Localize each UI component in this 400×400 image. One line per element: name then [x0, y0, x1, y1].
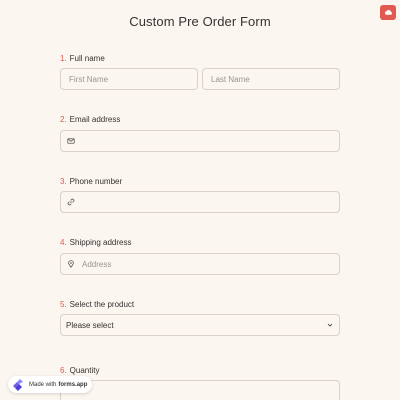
question-label: Phone number: [69, 177, 123, 186]
product-select[interactable]: Please select: [60, 314, 340, 336]
badge-brand: forms.app: [58, 381, 88, 388]
question-shipping-address: 4. Shipping address: [60, 238, 132, 247]
question-number: 1.: [60, 54, 67, 63]
question-number: 6.: [60, 366, 67, 375]
question-phone: 3. Phone number: [60, 177, 122, 186]
link-icon: [67, 198, 75, 206]
phone-input[interactable]: [60, 191, 340, 213]
address-placeholder: Address: [82, 259, 112, 269]
last-name-placeholder: Last Name: [211, 74, 250, 84]
form-title: Custom Pre Order Form: [129, 14, 271, 29]
question-label: Quantity: [69, 366, 100, 375]
question-full-name: 1. Full name: [60, 54, 105, 63]
location-pin-icon: [67, 260, 75, 268]
question-select-product: 5. Select the product: [60, 300, 134, 309]
question-label: Full name: [69, 54, 105, 63]
question-label: Email address: [69, 115, 121, 124]
mail-icon: [67, 137, 75, 145]
first-name-placeholder: First Name: [69, 74, 109, 84]
last-name-input[interactable]: Last Name: [202, 68, 340, 90]
question-number: 4.: [60, 238, 67, 247]
product-select-value: Please select: [66, 320, 114, 330]
question-number: 3.: [60, 177, 67, 186]
badge-prefix: Made with: [29, 381, 57, 388]
made-with-forms-app-badge[interactable]: Made with forms.app: [8, 376, 93, 393]
email-input[interactable]: [60, 130, 340, 152]
quantity-input[interactable]: [60, 380, 340, 400]
question-email: 2. Email address: [60, 115, 120, 124]
question-number: 2.: [60, 115, 67, 124]
first-name-input[interactable]: First Name: [60, 68, 198, 90]
forms-app-logo-icon: [11, 378, 25, 392]
question-label: Select the product: [69, 300, 135, 309]
address-input[interactable]: Address: [60, 253, 340, 275]
question-quantity: 6. Quantity: [60, 366, 99, 375]
chevron-down-icon: [326, 321, 334, 329]
question-label: Shipping address: [69, 238, 132, 247]
question-number: 5.: [60, 300, 67, 309]
